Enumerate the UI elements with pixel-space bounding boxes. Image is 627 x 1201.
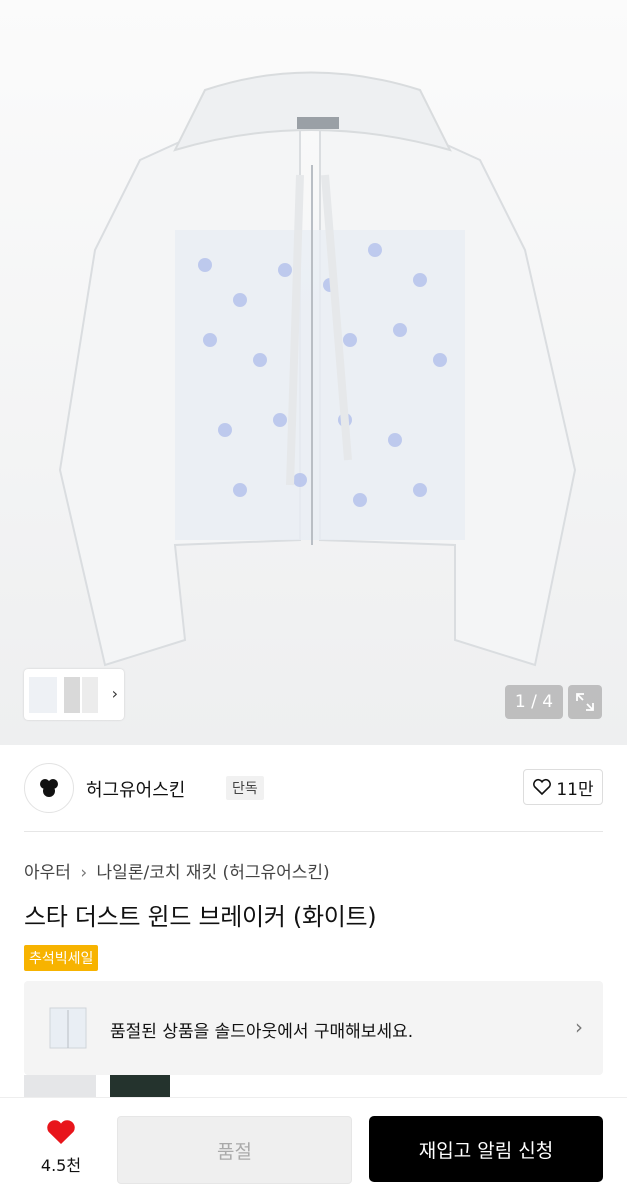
brand-like-button[interactable]: 11만	[523, 769, 603, 805]
soldout-button[interactable]: 품절	[117, 1116, 352, 1184]
soldout-banner[interactable]: 품절된 상품을 솔드아웃에서 구매해보세요. ›	[24, 981, 603, 1075]
chevron-right-icon: ›	[575, 1015, 583, 1039]
brand-like-count: 11만	[556, 779, 594, 800]
thumbnail-strip[interactable]: ›	[24, 669, 124, 720]
breadcrumb: 아우터 › 나일론/코치 재킷 (허그유어스킨)	[24, 858, 330, 883]
exclusive-badge: 단독	[226, 776, 264, 800]
brand-name[interactable]: 허그유어스킨	[86, 776, 185, 802]
image-counter: 1 / 4	[505, 685, 563, 719]
brand-logo[interactable]	[24, 763, 74, 813]
bottom-action-bar: 4.5천 품절 재입고 알림 신청	[0, 1097, 627, 1201]
chevron-right-icon[interactable]: ›	[112, 684, 118, 703]
heart-filled-icon	[47, 1120, 75, 1144]
brand-label-tag	[297, 117, 339, 129]
wishlist-button[interactable]: 4.5천	[30, 1118, 92, 1176]
heart-outline-icon	[533, 779, 552, 796]
product-jacket-image	[58, 71, 577, 667]
chevron-right-icon: ›	[80, 863, 88, 883]
thumbnail-images[interactable]	[24, 669, 104, 720]
related-thumbnails[interactable]	[24, 1075, 174, 1097]
divider	[24, 831, 603, 832]
expand-icon[interactable]	[568, 685, 602, 719]
breadcrumb-category[interactable]: 아우터	[24, 863, 71, 883]
breadcrumb-subcategory[interactable]: 나일론/코치 재킷 (허그유어스킨)	[97, 863, 330, 883]
product-title: 스타 더스트 윈드 브레이커 (화이트)	[24, 903, 377, 931]
banner-product-thumbnail	[49, 1007, 87, 1049]
brand-row: 허그유어스킨 단독 11만	[24, 763, 603, 813]
soldout-banner-text: 품절된 상품을 솔드아웃에서 구매해보세요.	[110, 1022, 414, 1042]
product-image-gallery[interactable]: › 1 / 4	[0, 0, 627, 745]
restock-alert-button[interactable]: 재입고 알림 신청	[369, 1116, 603, 1182]
promo-tag: 추석빅세일	[24, 945, 99, 971]
wishlist-count: 4.5천	[40, 1156, 82, 1175]
